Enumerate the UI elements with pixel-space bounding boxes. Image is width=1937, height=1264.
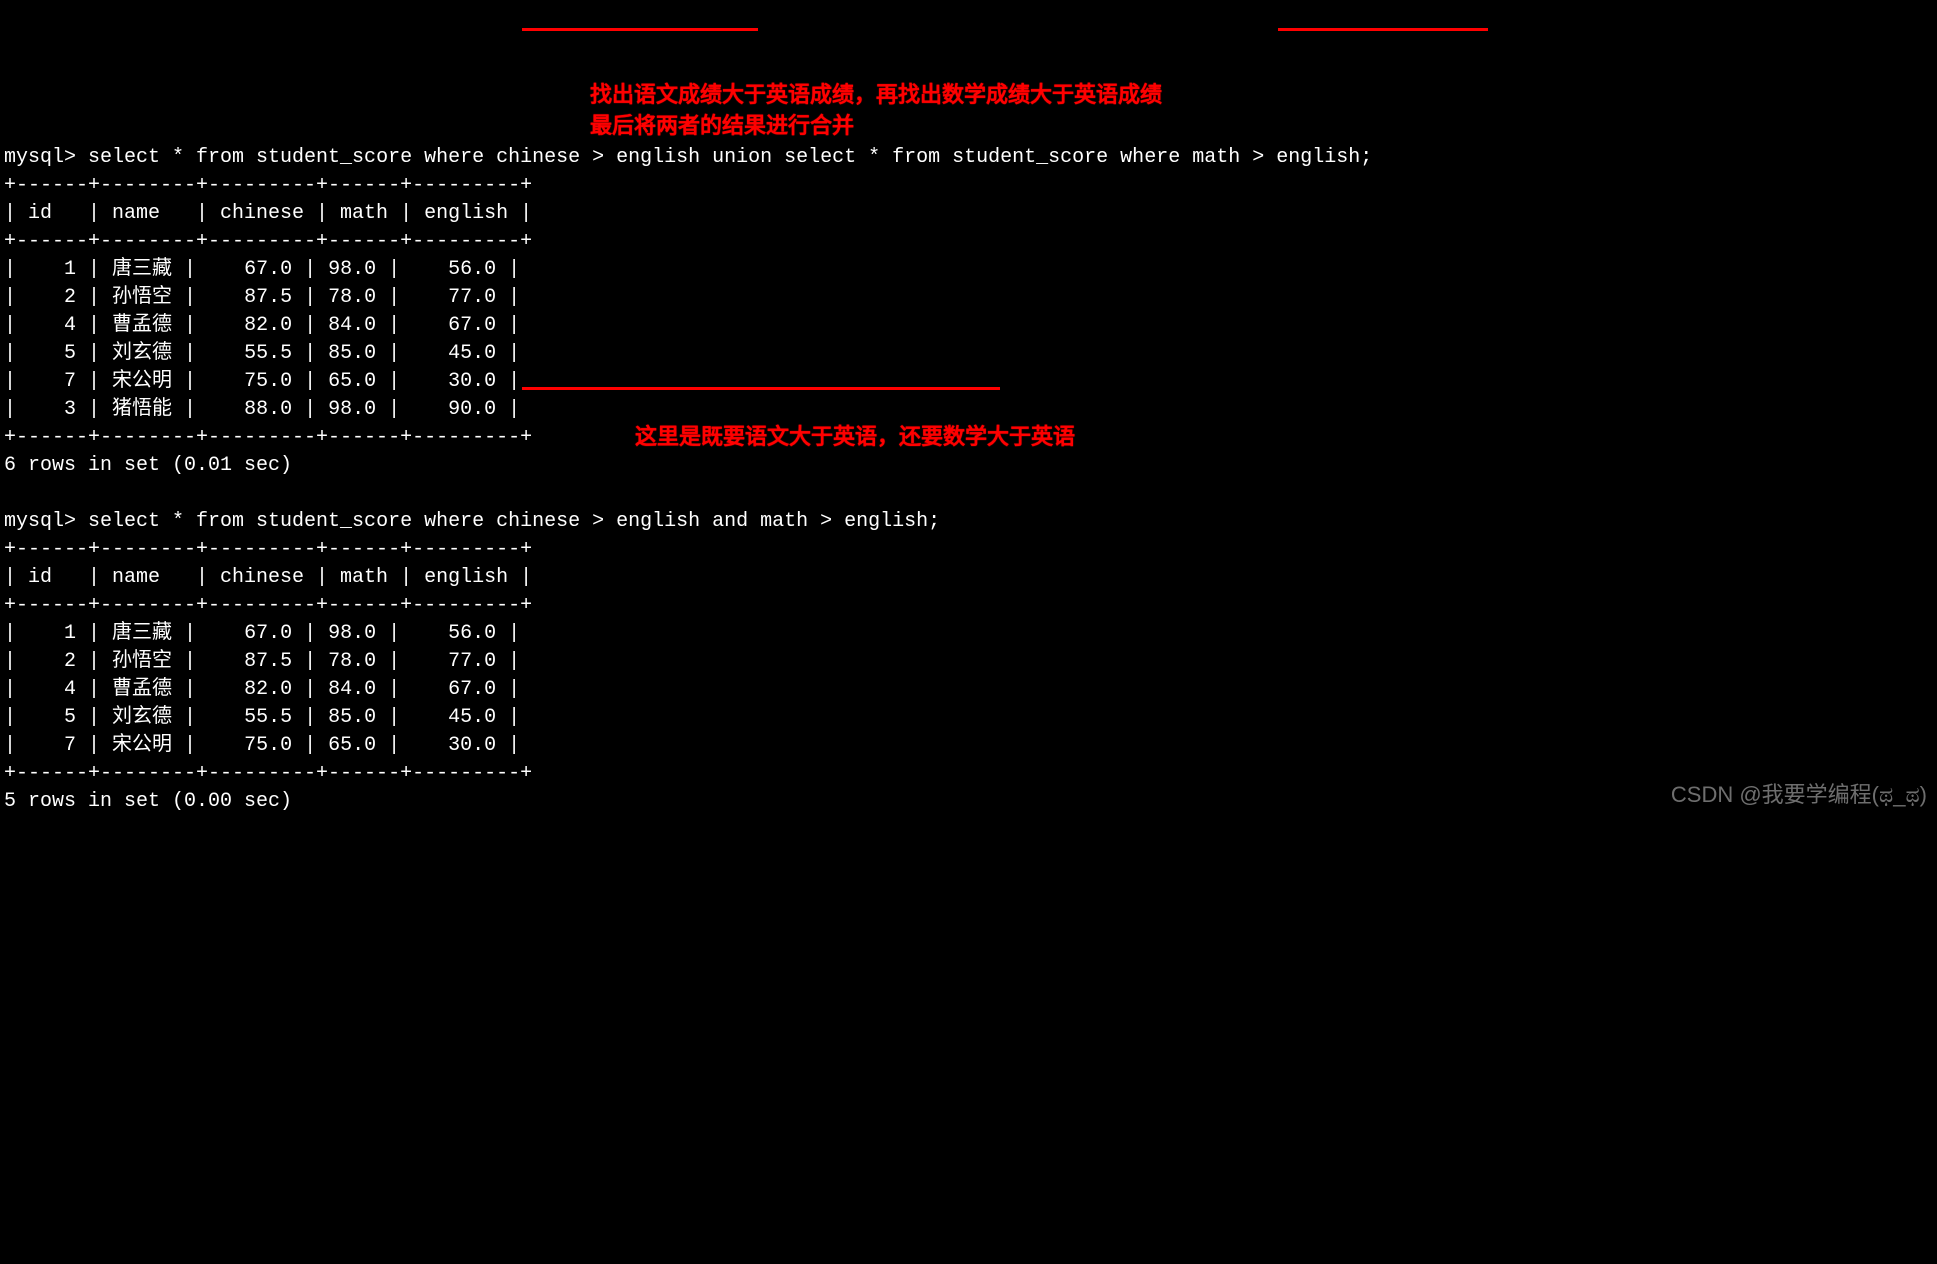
sql-query-2: select * from student_score where chines…	[88, 510, 940, 533]
table-header: | id | name | chinese | math | english |	[4, 202, 532, 225]
table-header: | id | name | chinese | math | english |	[4, 566, 532, 589]
table-row: | 1 | 唐三藏 | 67.0 | 98.0 | 56.0 |	[4, 622, 520, 645]
table-row: | 4 | 曹孟德 | 82.0 | 84.0 | 67.0 |	[4, 678, 520, 701]
result-footer: 6 rows in set (0.01 sec)	[4, 454, 292, 477]
mysql-prompt: mysql>	[4, 146, 88, 169]
table-border: +------+--------+---------+------+------…	[4, 174, 532, 197]
result-footer: 5 rows in set (0.00 sec)	[4, 790, 292, 813]
table-border: +------+--------+---------+------+------…	[4, 538, 532, 561]
table-border: +------+--------+---------+------+------…	[4, 230, 532, 253]
watermark: CSDN @我要学编程(ಥ_ಥ)	[1671, 780, 1927, 811]
table-row: | 2 | 孙悟空 | 87.5 | 78.0 | 77.0 |	[4, 650, 520, 673]
table-row: | 5 | 刘玄德 | 55.5 | 85.0 | 45.0 |	[4, 706, 520, 729]
table-border: +------+--------+---------+------+------…	[4, 594, 532, 617]
table-row: | 1 | 唐三藏 | 67.0 | 98.0 | 56.0 |	[4, 258, 520, 281]
mysql-prompt: mysql>	[4, 510, 88, 533]
underline-math-gt-english-1	[1278, 28, 1488, 31]
table-row: | 7 | 宋公明 | 75.0 | 65.0 | 30.0 |	[4, 734, 520, 757]
table-row: | 5 | 刘玄德 | 55.5 | 85.0 | 45.0 |	[4, 342, 520, 365]
table-row: | 2 | 孙悟空 | 87.5 | 78.0 | 77.0 |	[4, 286, 520, 309]
annotation-1: 找出语文成绩大于英语成绩，再找出数学成绩大于英语成绩 最后将两者的结果进行合并	[590, 80, 1162, 142]
table-border: +------+--------+---------+------+------…	[4, 426, 532, 449]
table-border: +------+--------+---------+------+------…	[4, 762, 532, 785]
table-row: | 3 | 猪悟能 | 88.0 | 98.0 | 90.0 |	[4, 398, 520, 421]
annotation-2: 这里是既要语文大于英语，还要数学大于英语	[635, 422, 1075, 453]
underline-chinese-gt-english-1	[522, 28, 758, 31]
sql-query-1: select * from student_score where chines…	[88, 146, 1372, 169]
underline-condition-2	[522, 387, 1000, 390]
table-row: | 4 | 曹孟德 | 82.0 | 84.0 | 67.0 |	[4, 314, 520, 337]
terminal-output: mysql> select * from student_score where…	[4, 116, 1933, 816]
table-row: | 7 | 宋公明 | 75.0 | 65.0 | 30.0 |	[4, 370, 520, 393]
